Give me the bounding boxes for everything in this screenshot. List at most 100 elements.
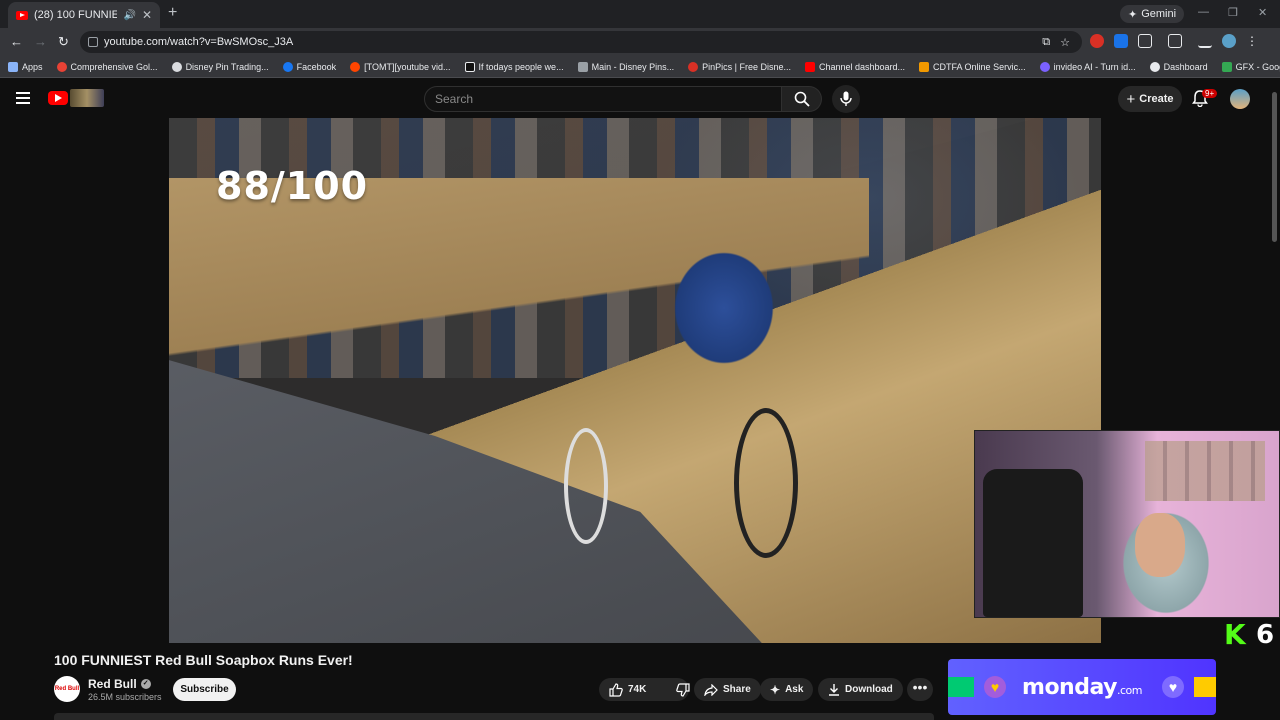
channel-avatar[interactable]: Red Bull xyxy=(54,676,80,702)
bookmark-item[interactable]: Facebook xyxy=(282,61,336,72)
youtube-masthead: Search + Create 9+ xyxy=(0,80,1280,118)
close-tab-icon[interactable]: ✕ xyxy=(142,8,152,22)
tab-title: (28) 100 FUNNIEST Red Bull xyxy=(34,9,118,21)
verified-check-icon: ✓ xyxy=(140,679,151,689)
webcam-shelf xyxy=(1145,441,1265,501)
bookmark-item[interactable]: Main - Disney Pins... xyxy=(577,61,674,72)
ask-button[interactable]: ✦ Ask xyxy=(760,678,814,701)
webcam-overlay xyxy=(974,430,1280,618)
reload-icon[interactable]: ↻ xyxy=(58,34,69,50)
extensions-puzzle-icon[interactable] xyxy=(1138,34,1152,48)
video-frame-rider xyxy=(639,208,809,398)
bookmark-item[interactable]: If todays people we... xyxy=(464,61,564,72)
kick-viewer-count: 6 xyxy=(1256,620,1275,650)
browser-tab[interactable]: (28) 100 FUNNIEST Red Bull 🔊 ✕ xyxy=(8,2,160,28)
account-avatar[interactable] xyxy=(1230,89,1250,109)
page-scrollbar[interactable] xyxy=(1272,92,1277,242)
ad-yellow-block xyxy=(1194,677,1216,697)
chrome-menu-icon[interactable]: ⋮ xyxy=(1246,34,1258,48)
bookmark-item[interactable]: CDTFA Online Servic... xyxy=(919,61,1026,72)
media-controls-icon[interactable] xyxy=(1198,34,1212,48)
bookmark-item[interactable]: Disney Pin Trading... xyxy=(171,61,269,72)
search-input[interactable]: Search xyxy=(424,86,782,112)
back-icon[interactable]: ← xyxy=(10,34,23,49)
create-button[interactable]: + Create xyxy=(1118,86,1182,112)
search-button[interactable] xyxy=(782,86,822,112)
ask-label: Ask xyxy=(785,684,804,695)
close-window-icon[interactable]: ✕ xyxy=(1258,6,1267,19)
bookmark-item[interactable]: [TOMT][youtube vid... xyxy=(350,61,451,72)
browser-toolbar: ← → ↻ youtube.com/watch?v=BwSMOsc_J3A ⧉ … xyxy=(0,28,1280,56)
thumbs-down-icon xyxy=(676,682,690,697)
bookmark-favicon-icon xyxy=(919,61,930,72)
webcam-face xyxy=(1135,513,1185,577)
facebook-icon xyxy=(282,61,293,72)
download-button[interactable]: Download xyxy=(818,678,903,701)
bookmark-favicon-icon xyxy=(1039,61,1050,72)
webcam-chair xyxy=(983,469,1083,617)
extension-red-icon[interactable] xyxy=(1090,34,1104,48)
download-icon xyxy=(829,684,839,696)
site-info-icon[interactable] xyxy=(88,37,98,47)
video-frame-front-wheel xyxy=(564,428,608,544)
description-box-edge[interactable] xyxy=(54,713,934,720)
like-count: 74K xyxy=(628,684,647,695)
bookmark-item[interactable]: invideo AI - Turn id... xyxy=(1039,61,1136,72)
extension-blue-icon[interactable] xyxy=(1114,34,1128,48)
reddit-icon xyxy=(350,61,361,72)
browser-tab-strip: (28) 100 FUNNIEST Red Bull 🔊 ✕ + ✦ Gemin… xyxy=(0,0,1280,28)
tiktok-icon xyxy=(464,61,475,72)
menu-icon[interactable] xyxy=(16,92,30,107)
sparkle-icon: ✦ xyxy=(770,682,781,697)
subscribe-button[interactable]: Subscribe xyxy=(173,678,236,701)
search-icon xyxy=(794,91,810,107)
more-actions-button[interactable]: ••• xyxy=(907,678,933,701)
bookmark-favicon-icon xyxy=(56,61,67,72)
channel-name: Red Bull xyxy=(88,677,137,691)
gemini-button[interactable]: ✦ Gemini xyxy=(1120,5,1185,23)
bookmark-item[interactable]: PinPics | Free Disne... xyxy=(688,61,791,72)
youtube-doodle-logo[interactable] xyxy=(70,89,104,107)
profile-avatar-icon[interactable] xyxy=(1222,34,1236,48)
ad-brand-suffix: .com xyxy=(1116,683,1143,697)
bookmark-item[interactable]: GFX - Google Drive xyxy=(1221,61,1280,72)
ad-brand-logo: monday.com xyxy=(1022,675,1142,700)
youtube-icon xyxy=(804,61,815,72)
bookmark-star-icon[interactable]: ☆ xyxy=(1060,36,1070,49)
channel-name-link[interactable]: Red Bull ✓ xyxy=(88,677,151,691)
minimize-icon[interactable]: — xyxy=(1198,6,1209,18)
heart-icon: ♥ xyxy=(1162,676,1184,698)
new-tab-button[interactable]: + xyxy=(168,4,177,22)
heart-icon: ♥ xyxy=(984,676,1006,698)
address-bar[interactable]: youtube.com/watch?v=BwSMOsc_J3A ⧉ ☆ xyxy=(80,31,1082,53)
share-arrow-icon xyxy=(704,683,718,696)
kick-logo-icon: K xyxy=(1224,618,1246,651)
bookmark-favicon-icon xyxy=(688,61,699,72)
share-label: Share xyxy=(723,684,751,695)
side-panel-icon[interactable] xyxy=(1168,34,1182,48)
voice-search-button[interactable] xyxy=(832,85,860,113)
like-button[interactable]: 74K xyxy=(599,678,656,701)
speaker-icon[interactable]: 🔊 xyxy=(123,10,135,21)
sponsored-ad-banner[interactable]: ♥ monday.com ♥ xyxy=(948,659,1216,715)
extensions-area: ⋮ xyxy=(1090,34,1258,48)
video-title: 100 FUNNIEST Red Bull Soapbox Runs Ever! xyxy=(54,652,353,668)
google-drive-icon xyxy=(1221,61,1232,72)
microphone-icon xyxy=(840,91,852,106)
youtube-favicon-icon xyxy=(16,10,28,20)
share-button[interactable]: Share xyxy=(694,678,761,701)
forward-icon[interactable]: → xyxy=(34,34,47,49)
maximize-icon[interactable]: ❐ xyxy=(1228,6,1238,19)
bookmark-item[interactable]: Dashboard xyxy=(1149,61,1208,72)
bookmark-item[interactable]: Channel dashboard... xyxy=(804,61,905,72)
ad-green-block xyxy=(948,677,974,697)
install-app-icon[interactable]: ⧉ xyxy=(1042,36,1050,49)
video-player[interactable]: 88/100 xyxy=(169,118,1101,643)
create-label: Create xyxy=(1139,93,1174,105)
youtube-logo-icon[interactable] xyxy=(48,91,68,105)
bookmark-favicon-icon xyxy=(171,61,182,72)
bookmark-item[interactable]: Comprehensive Gol... xyxy=(56,61,158,72)
video-frame-rear-wheel xyxy=(734,408,798,558)
bookmark-item[interactable]: Apps xyxy=(8,61,43,72)
download-label: Download xyxy=(845,684,893,695)
